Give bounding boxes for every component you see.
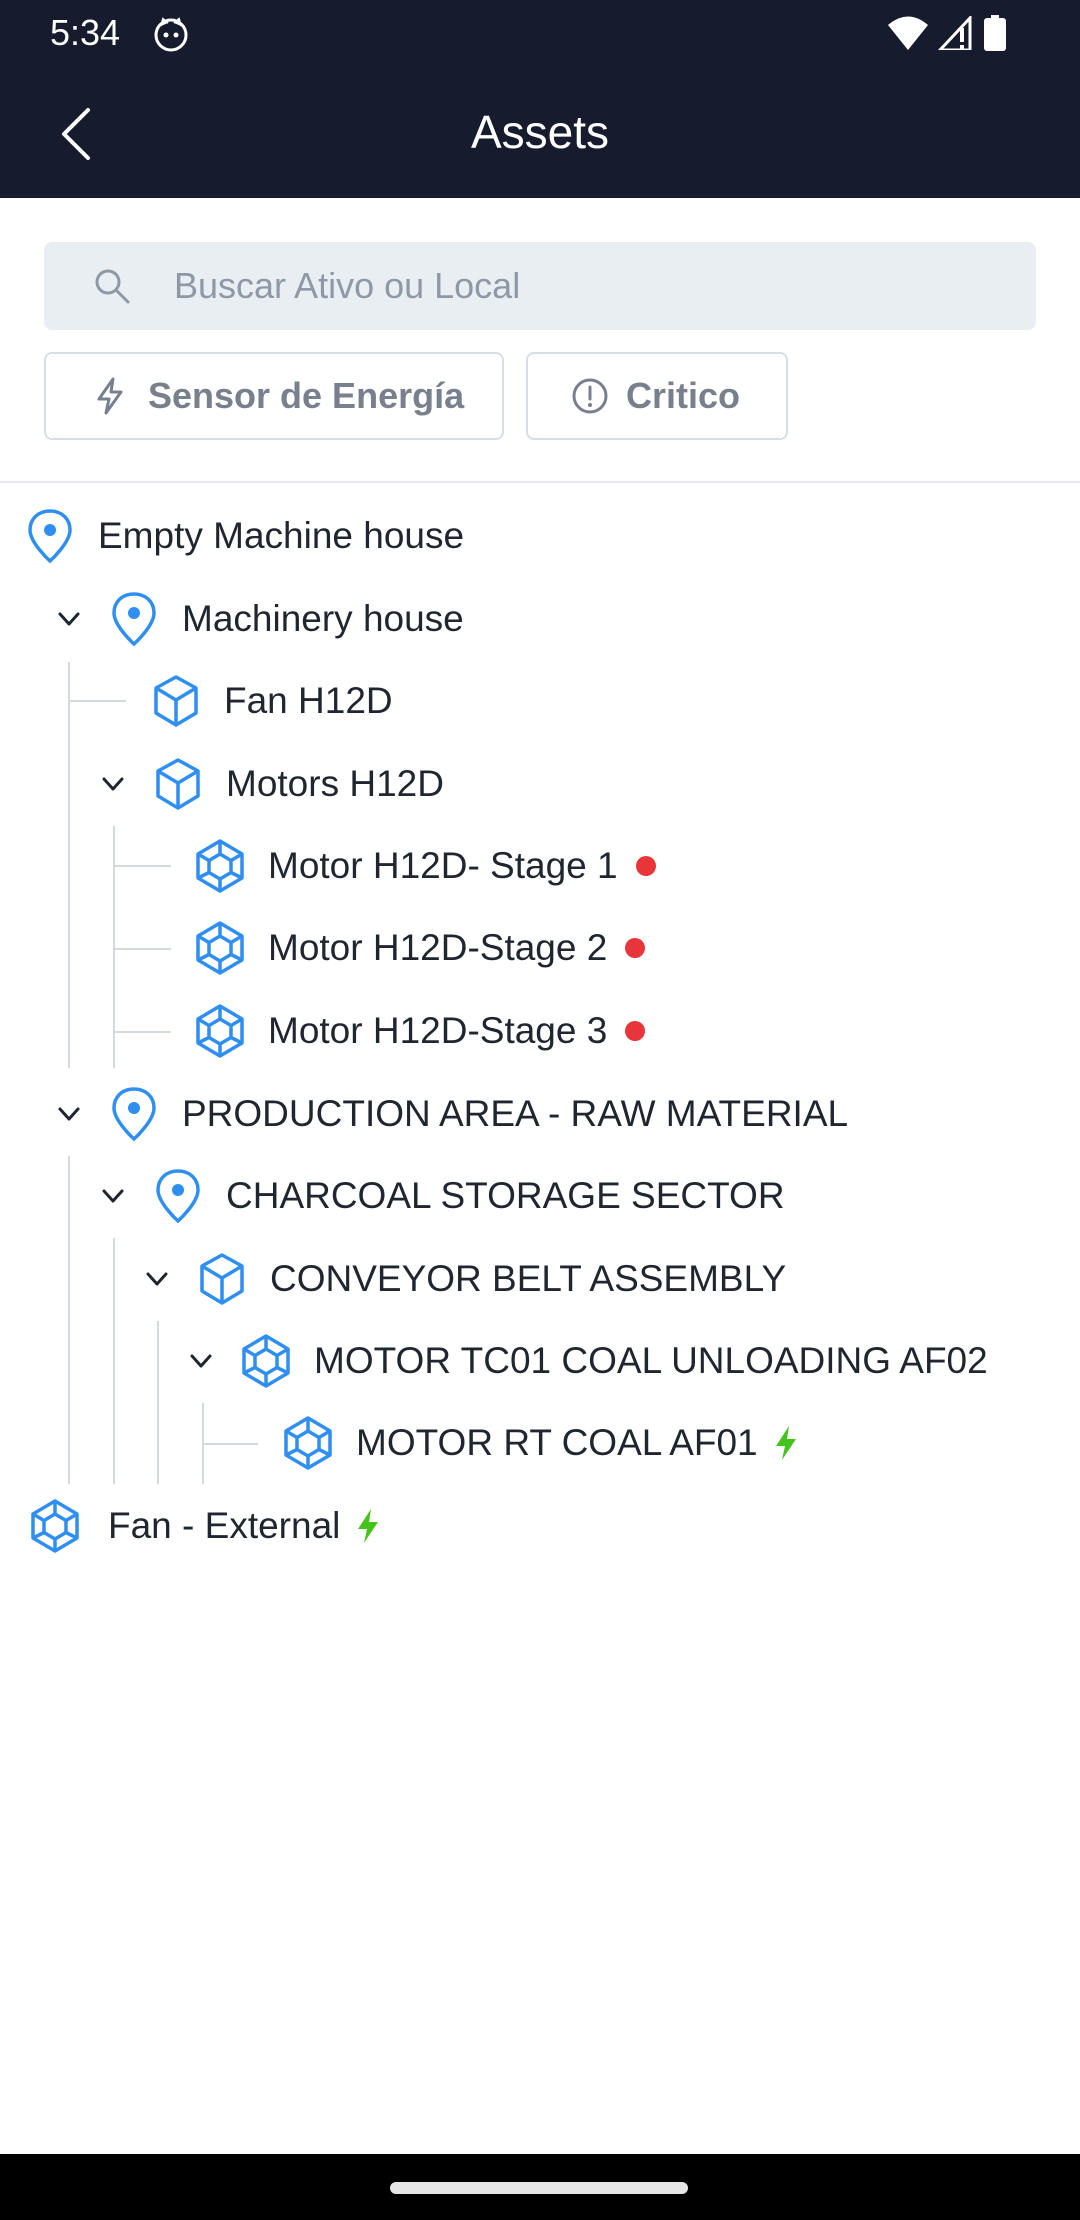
tree-node-label: Motor H12D-Stage 3	[268, 1010, 608, 1051]
component-icon	[196, 1004, 244, 1058]
chevron-down-icon[interactable]	[52, 602, 86, 636]
tree-node-label: MOTOR RT COAL AF01	[356, 1422, 758, 1463]
tree-connector	[113, 865, 171, 867]
tree-connector	[68, 700, 126, 702]
chevron-down-icon[interactable]	[96, 1179, 130, 1213]
tree-node-label: MOTOR TC01 COAL UNLOADING AF02	[314, 1340, 988, 1381]
tree-node-motor-h12d-stage-2[interactable]: Motor H12D-Stage 2	[194, 908, 646, 988]
component-icon	[284, 1416, 332, 1470]
tree-node-machinery-house[interactable]: Machinery house	[52, 579, 464, 659]
tree-node-motor-rt-coal-af01[interactable]: MOTOR RT COAL AF01	[282, 1403, 800, 1483]
chevron-down-icon[interactable]	[52, 1097, 86, 1131]
component-icon	[196, 921, 244, 975]
tree-node-empty-machine-house[interactable]: Empty Machine house	[24, 496, 464, 576]
chevron-down-icon[interactable]	[96, 767, 130, 801]
cube-icon	[156, 758, 200, 810]
location-pin-icon	[156, 1169, 200, 1224]
asset-tree: Empty Machine house Machinery house Fan …	[0, 0, 1080, 2220]
chevron-down-icon[interactable]	[184, 1344, 218, 1378]
component-icon	[31, 1499, 79, 1553]
tree-node-fan-h12d[interactable]: Fan H12D	[150, 661, 393, 741]
location-pin-icon	[112, 592, 156, 647]
component-icon	[196, 839, 244, 893]
tree-node-charcoal-storage-sector[interactable]: CHARCOAL STORAGE SECTOR	[96, 1156, 785, 1236]
navigation-bar	[0, 2154, 1080, 2220]
tree-node-label: Empty Machine house	[98, 515, 465, 556]
tree-node-label: Motor H12D-Stage 2	[268, 927, 608, 968]
critical-status-dot	[625, 1021, 646, 1041]
tree-node-conveyor-belt-assembly[interactable]: CONVEYOR BELT ASSEMBLY	[140, 1239, 786, 1319]
critical-status-dot	[625, 938, 646, 958]
tree-connector	[113, 1031, 171, 1033]
tree-node-label: Motor H12D- Stage 1	[268, 845, 618, 886]
energy-bolt-icon	[775, 1426, 796, 1460]
tree-node-label: Machinery house	[182, 598, 464, 639]
cube-icon	[154, 675, 198, 727]
tree-node-label: Fan H12D	[224, 680, 393, 721]
home-gesture-handle[interactable]	[390, 2182, 688, 2194]
cube-icon	[200, 1253, 244, 1305]
tree-node-motor-h12d-stage-3[interactable]: Motor H12D-Stage 3	[194, 991, 646, 1071]
tree-node-label: PRODUCTION AREA - RAW MATERIAL	[182, 1093, 849, 1134]
tree-node-motors-h12d[interactable]: Motors H12D	[96, 744, 444, 824]
tree-node-motor-tc01-coal-unloading-af02[interactable]: MOTOR TC01 COAL UNLOADING AF02	[184, 1321, 988, 1401]
tree-connector	[68, 662, 70, 1068]
energy-bolt-icon	[358, 1509, 379, 1543]
tree-node-label: Fan - External	[108, 1505, 341, 1546]
tree-connector	[157, 1321, 159, 1484]
tree-node-fan-external[interactable]: Fan - External	[24, 1486, 382, 1566]
tree-connector	[113, 948, 171, 950]
location-pin-icon	[28, 509, 72, 564]
tree-connector	[202, 1443, 258, 1445]
critical-status-dot	[635, 856, 656, 876]
tree-node-label: CONVEYOR BELT ASSEMBLY	[270, 1258, 787, 1299]
component-icon	[242, 1334, 290, 1388]
tree-node-production-area-raw-material[interactable]: PRODUCTION AREA - RAW MATERIAL	[52, 1074, 848, 1154]
tree-node-label: CHARCOAL STORAGE SECTOR	[226, 1175, 785, 1216]
tree-connector	[113, 1238, 115, 1484]
location-pin-icon	[112, 1087, 156, 1142]
chevron-down-icon[interactable]	[140, 1262, 174, 1296]
tree-connector	[68, 1156, 70, 1484]
tree-node-motor-h12d-stage-1[interactable]: Motor H12D- Stage 1	[194, 826, 656, 906]
tree-node-label: Motors H12D	[226, 763, 444, 804]
